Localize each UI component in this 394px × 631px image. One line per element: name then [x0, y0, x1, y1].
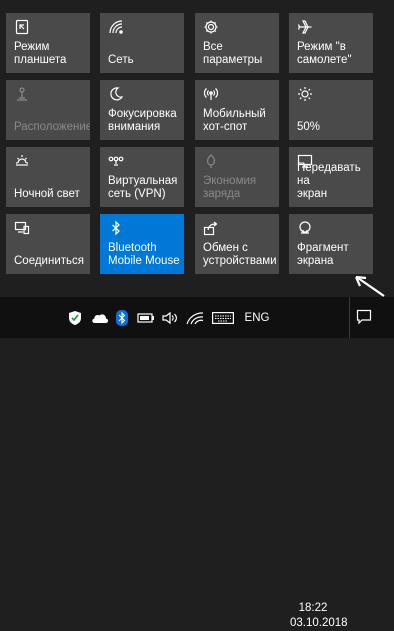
snip-icon: [297, 220, 313, 236]
tile-focus-assist[interactable]: Фокусировка внимания: [100, 80, 184, 140]
tile-battery-saver[interactable]: Экономия заряда: [195, 147, 279, 207]
network-icon: [108, 19, 124, 35]
tile-airplane-mode[interactable]: Режим "в самолете": [289, 13, 373, 73]
tile-screen-snip[interactable]: Фрагмент экрана: [289, 214, 373, 274]
tile-project[interactable]: Передавать на экран: [289, 147, 373, 207]
airplane-icon: [297, 19, 313, 35]
clock-time: 18:22: [298, 602, 328, 614]
gear-icon: [203, 19, 219, 35]
keyboard-icon[interactable]: [211, 310, 235, 326]
taskbar-divider: [349, 297, 350, 338]
pointer-arrow-icon: [354, 275, 385, 297]
notification-icon: [356, 309, 372, 325]
tile-label: Обмен с устройствами: [203, 242, 277, 267]
battery-icon[interactable]: [136, 309, 156, 327]
tile-night-light[interactable]: Ночной свет: [6, 147, 90, 207]
tile-label: Передавать на экран: [297, 162, 361, 200]
connect-icon: [14, 220, 30, 236]
tile-label: Фрагмент экрана: [297, 242, 349, 267]
tile-vpn[interactable]: Виртуальная сеть (VPN): [100, 147, 184, 207]
moon-icon: [108, 86, 124, 102]
hotspot-icon: [203, 86, 219, 102]
tile-label: Bluetooth Mobile Mouse: [108, 242, 180, 267]
bluetooth-icon: [108, 220, 124, 236]
brightness-icon: [297, 86, 313, 102]
tile-label: Сеть: [108, 54, 134, 66]
share-icon: [203, 220, 219, 236]
tile-tablet-mode[interactable]: Режим планшета: [6, 13, 90, 73]
clock[interactable]: 18:22 03.10.2018: [290, 601, 348, 631]
tile-location[interactable]: Расположение: [6, 80, 90, 140]
defender-shield-icon[interactable]: [66, 309, 84, 327]
tile-mobile-hotspot[interactable]: Мобильный хот-спот: [195, 80, 279, 140]
tile-label: Мобильный хот-спот: [203, 108, 266, 133]
tile-label: Расположение: [14, 121, 90, 133]
tile-label: Ночной свет: [14, 188, 80, 200]
location-icon: [14, 86, 30, 102]
tile-network[interactable]: Сеть: [100, 13, 184, 73]
taskbar: ENG 18:22 03.10.2018: [0, 297, 394, 629]
tile-label: Соединиться: [14, 255, 84, 267]
tile-label: Режим планшета: [14, 41, 67, 66]
tile-bluetooth[interactable]: Bluetooth Mobile Mouse: [100, 214, 184, 274]
language-indicator[interactable]: ENG: [242, 309, 272, 327]
wifi-icon[interactable]: [185, 309, 205, 327]
night-light-icon: [14, 153, 30, 169]
vpn-icon: [108, 153, 124, 169]
tablet-mode-icon: [14, 19, 30, 35]
tile-connect[interactable]: Соединиться: [6, 214, 90, 274]
tile-brightness[interactable]: 50%: [289, 80, 373, 140]
tile-all-settings[interactable]: Все параметры: [195, 13, 279, 73]
tile-label: Фокусировка внимания: [108, 108, 177, 133]
tile-label: Экономия заряда: [203, 175, 257, 200]
tile-label: Режим "в самолете": [297, 41, 352, 66]
onedrive-icon[interactable]: [89, 309, 111, 327]
bluetooth-tray-icon[interactable]: [115, 309, 129, 327]
volume-icon[interactable]: [160, 309, 180, 327]
tile-label: Виртуальная сеть (VPN): [108, 175, 178, 200]
clock-date: 03.10.2018: [290, 617, 348, 629]
tile-nearby-sharing[interactable]: Обмен с устройствами: [195, 214, 279, 274]
action-center-panel: Режим планшета Сеть Все параметры Режим …: [0, 0, 394, 297]
tile-label: 50%: [297, 121, 321, 133]
action-center-button[interactable]: [352, 305, 376, 329]
battery-saver-icon: [203, 153, 219, 169]
tile-label: Все параметры: [203, 41, 263, 66]
